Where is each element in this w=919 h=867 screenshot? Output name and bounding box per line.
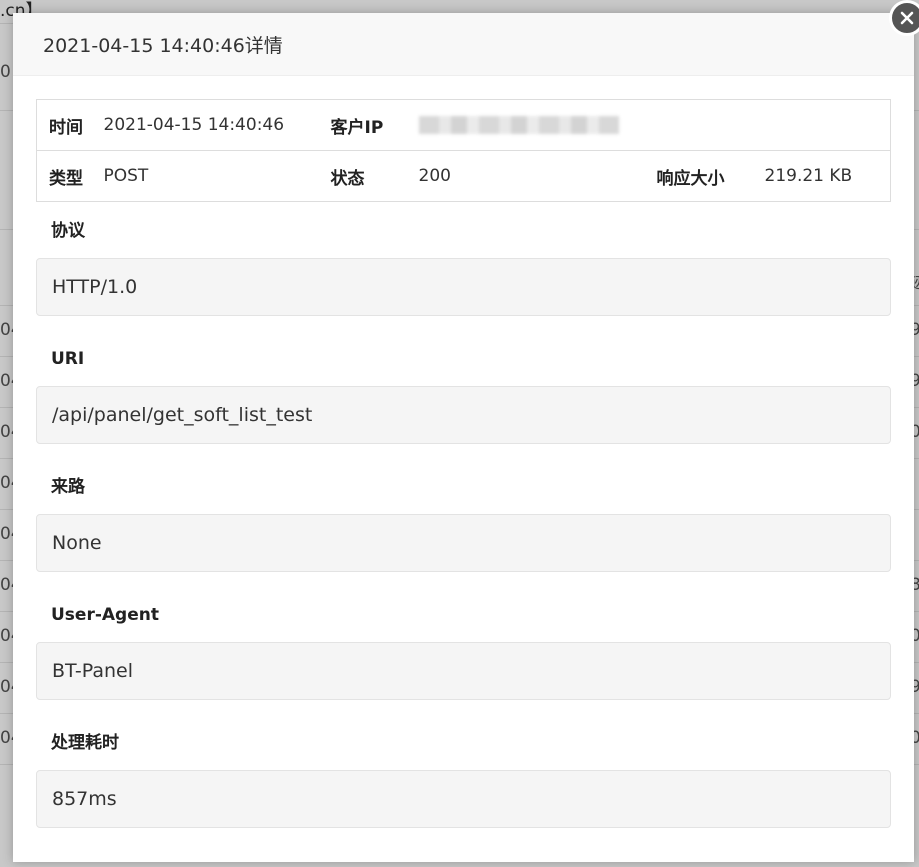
client-ip-redacted — [418, 116, 619, 134]
client-ip-label: 客户IP — [330, 117, 384, 138]
modal-title: 2021-04-15 14:40:46详情 — [43, 34, 283, 57]
uri-field: /api/panel/get_soft_list_test — [36, 386, 891, 444]
table-row: 时间 2021-04-15 14:40:46 客户IP — [37, 100, 891, 151]
detail-modal: 2021-04-15 14:40:46详情 时间 2021-04-15 14:4… — [13, 13, 914, 862]
close-icon — [900, 11, 914, 25]
time-value: 2021-04-15 14:40:46 — [103, 115, 285, 135]
time-label: 时间 — [49, 117, 83, 138]
client-ip-value — [418, 100, 657, 151]
status-label: 状态 — [330, 150, 419, 202]
referer-field: None — [36, 514, 891, 572]
modal-body: 时间 2021-04-15 14:40:46 客户IP 类型 POST 状态 2… — [36, 99, 891, 828]
close-button[interactable] — [889, 0, 919, 36]
user-agent-label: User-Agent — [51, 605, 159, 625]
referer-label: 来路 — [51, 477, 85, 497]
info-table: 时间 2021-04-15 14:40:46 客户IP 类型 POST 状态 2… — [36, 99, 891, 202]
protocol-field: HTTP/1.0 — [36, 258, 891, 316]
response-size-label: 响应大小 — [656, 150, 765, 202]
table-row: 类型 POST 状态 200 响应大小 219.21 KB — [36, 150, 891, 202]
modal-header: 2021-04-15 14:40:46详情 — [13, 13, 914, 76]
status-value: 200 — [418, 150, 657, 202]
user-agent-field: BT-Panel — [36, 642, 891, 700]
protocol-label: 协议 — [51, 221, 85, 241]
duration-label: 处理耗时 — [51, 733, 119, 753]
uri-label: URI — [51, 349, 85, 369]
type-label: 类型 — [36, 150, 104, 202]
background-cell: 0 — [0, 62, 11, 82]
response-size-value: 219.21 KB — [764, 150, 891, 202]
type-value: POST — [103, 150, 331, 202]
duration-field: 857ms — [36, 770, 891, 828]
